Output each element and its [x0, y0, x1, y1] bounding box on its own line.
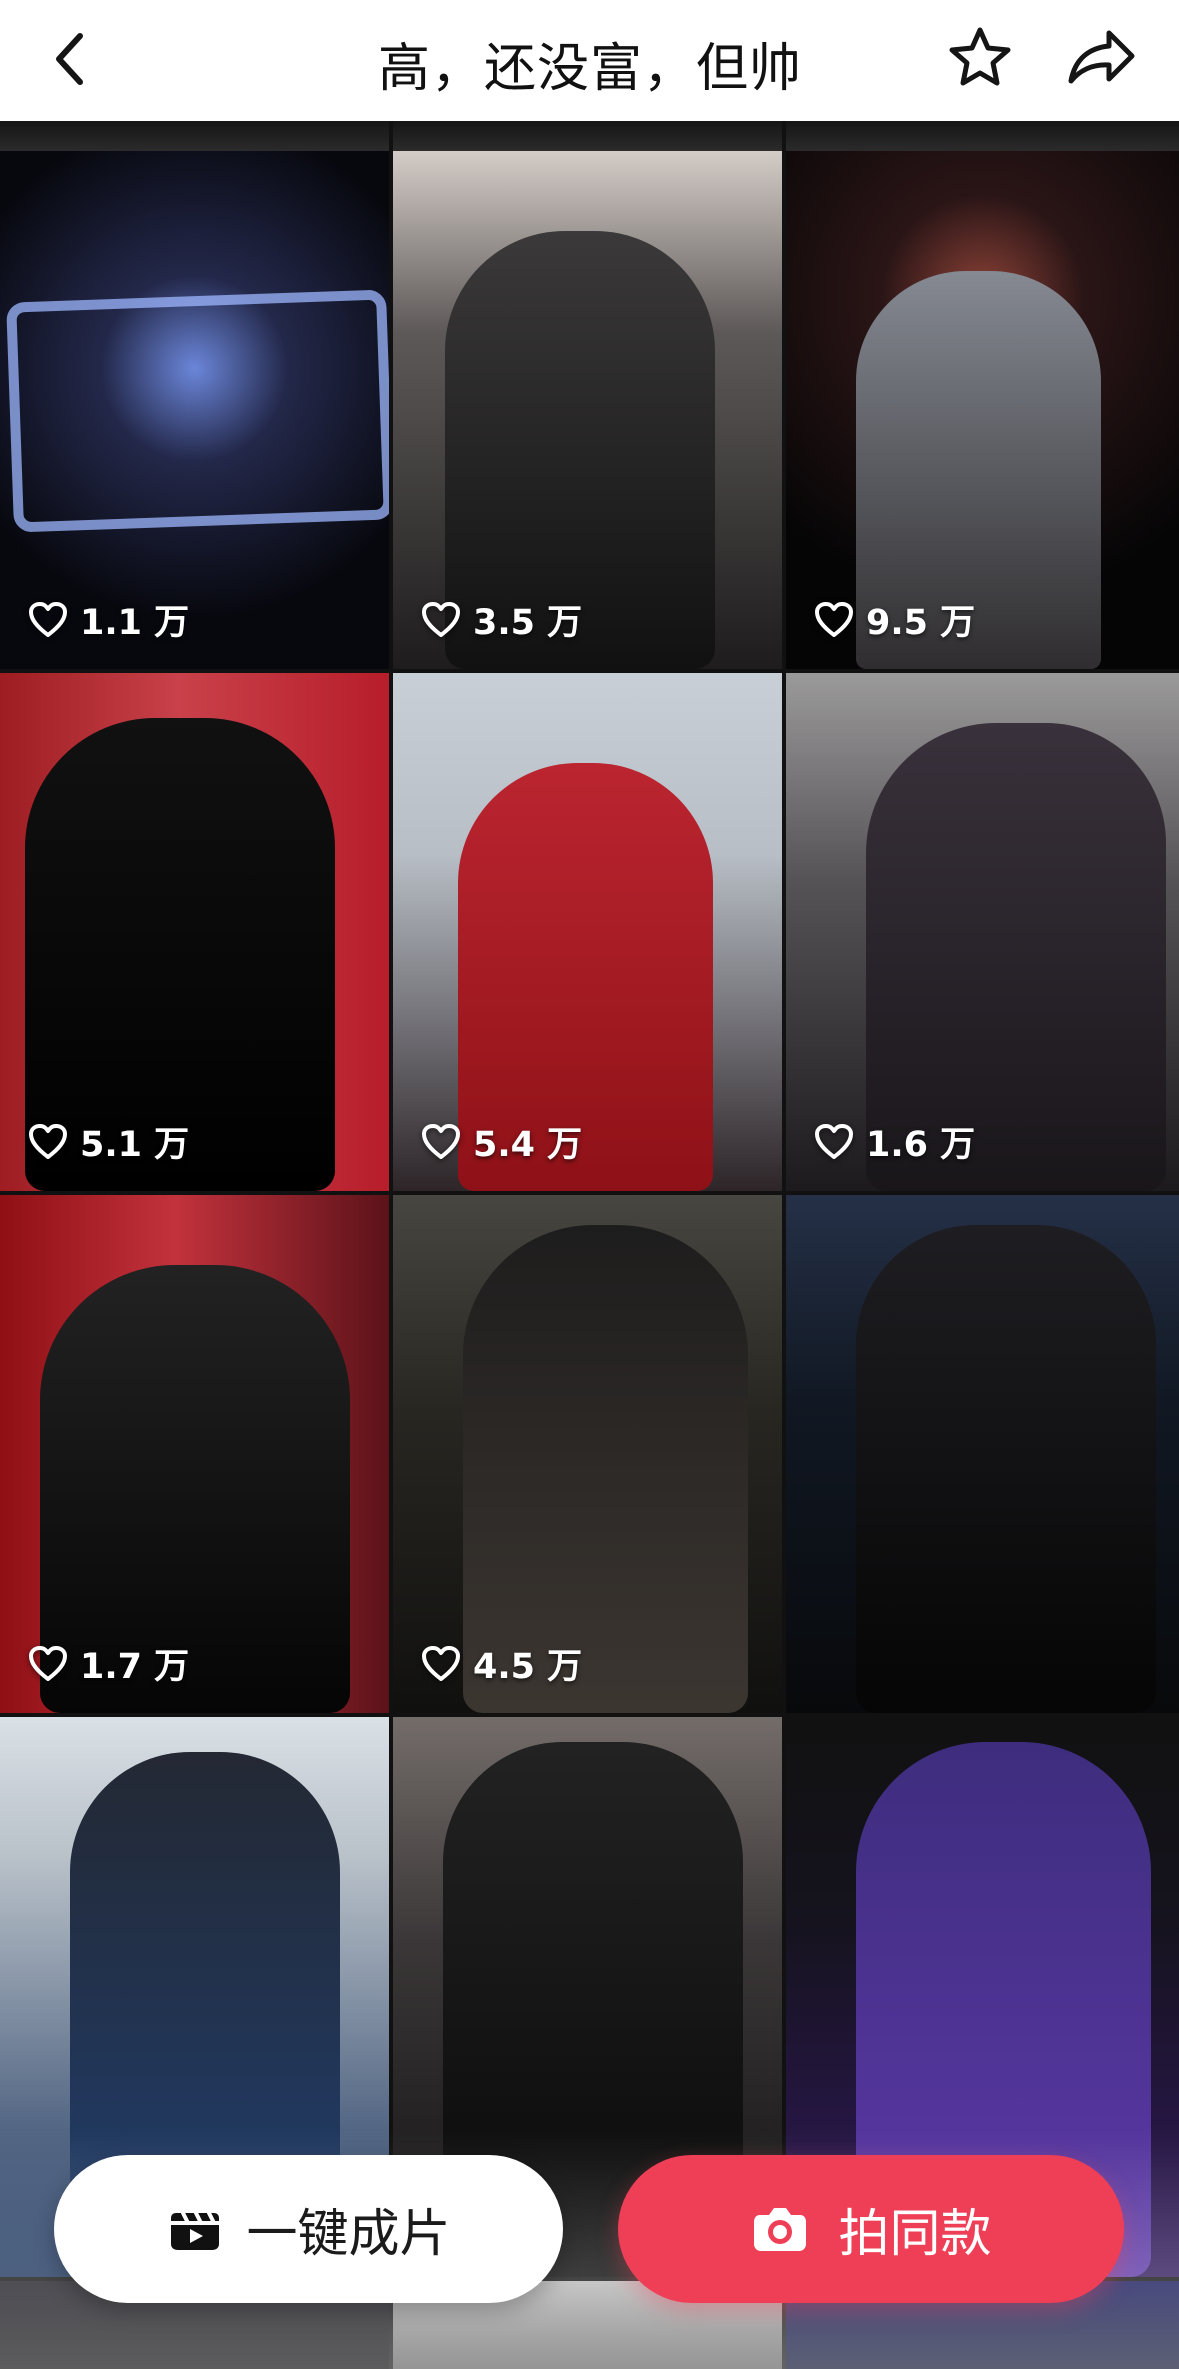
- like-count-text: 1.7 万: [80, 1647, 190, 1687]
- one-click-video-button[interactable]: 一键成片: [54, 2155, 563, 2303]
- camera-icon: [750, 2201, 810, 2257]
- share-arrow-icon: [1068, 30, 1135, 84]
- like-count: 5.4 万: [421, 1116, 582, 1167]
- page-title: 高，还没富，但帅: [377, 39, 802, 99]
- stage-frame: [6, 289, 389, 533]
- video-tile[interactable]: 4.5 万: [393, 1195, 782, 1713]
- video-tile[interactable]: 3.5 万: [393, 151, 782, 669]
- like-count: 1.7 万: [28, 1638, 189, 1689]
- like-count: 3.5 万: [421, 594, 582, 645]
- heart-outline-icon: [29, 1123, 67, 1159]
- shoot-same-label: 拍同款: [838, 2205, 992, 2264]
- video-tile[interactable]: [786, 1195, 1179, 1713]
- like-count: 4.5 万: [421, 1638, 582, 1689]
- figure-silhouette: [856, 1225, 1156, 1713]
- like-count-text: 1.1 万: [80, 603, 190, 643]
- heart-outline-icon: [815, 1123, 853, 1159]
- video-tile[interactable]: 1.7 万: [0, 1195, 389, 1713]
- heart-outline-icon: [422, 1123, 460, 1159]
- chevron-left-icon: [56, 33, 83, 85]
- video-tile[interactable]: 9.5 万: [786, 151, 1179, 669]
- heart-outline-icon: [29, 1645, 67, 1681]
- video-grid: 1.1 万 3.5 万 9.5 万 5.1 万 5.4 万 1.6 万 1.7 …: [0, 121, 1179, 2369]
- tiktok-collection-screen: 高，还没富，但帅 1.1 万 3.5 万 9.5 万 5.1 万 5.4 万 1…: [0, 0, 1179, 2369]
- heart-outline-icon: [815, 601, 853, 637]
- like-count: 9.5 万: [814, 594, 975, 645]
- like-count-text: 1.6 万: [866, 1125, 976, 1165]
- previous-row-strip: [0, 121, 389, 151]
- previous-row-strip: [393, 121, 782, 151]
- like-count-text: 5.4 万: [473, 1125, 583, 1165]
- share-button[interactable]: [1055, 12, 1145, 102]
- shoot-same-button[interactable]: 拍同款: [618, 2155, 1124, 2303]
- star-outline-icon: [949, 27, 1011, 86]
- one-click-video-label: 一键成片: [246, 2205, 451, 2264]
- like-count-text: 5.1 万: [80, 1125, 190, 1165]
- video-tile[interactable]: 5.4 万: [393, 673, 782, 1191]
- clapperboard-icon: [166, 2200, 224, 2258]
- heart-outline-icon: [29, 601, 67, 637]
- previous-row-strip: [786, 121, 1179, 151]
- video-tile[interactable]: 1.1 万: [0, 151, 389, 669]
- like-count: 5.1 万: [28, 1116, 189, 1167]
- video-tile[interactable]: 1.6 万: [786, 673, 1179, 1191]
- heart-outline-icon: [422, 601, 460, 637]
- favorite-button[interactable]: [935, 12, 1025, 102]
- like-count-text: 4.5 万: [473, 1647, 583, 1687]
- top-navigation-bar: 高，还没富，但帅: [0, 0, 1179, 121]
- like-count: 1.6 万: [814, 1116, 975, 1167]
- heart-outline-icon: [422, 1645, 460, 1681]
- like-count-text: 3.5 万: [473, 603, 583, 643]
- like-count: 1.1 万: [28, 594, 189, 645]
- like-count-text: 9.5 万: [866, 603, 976, 643]
- video-tile[interactable]: 5.1 万: [0, 673, 389, 1191]
- back-button[interactable]: [25, 14, 115, 104]
